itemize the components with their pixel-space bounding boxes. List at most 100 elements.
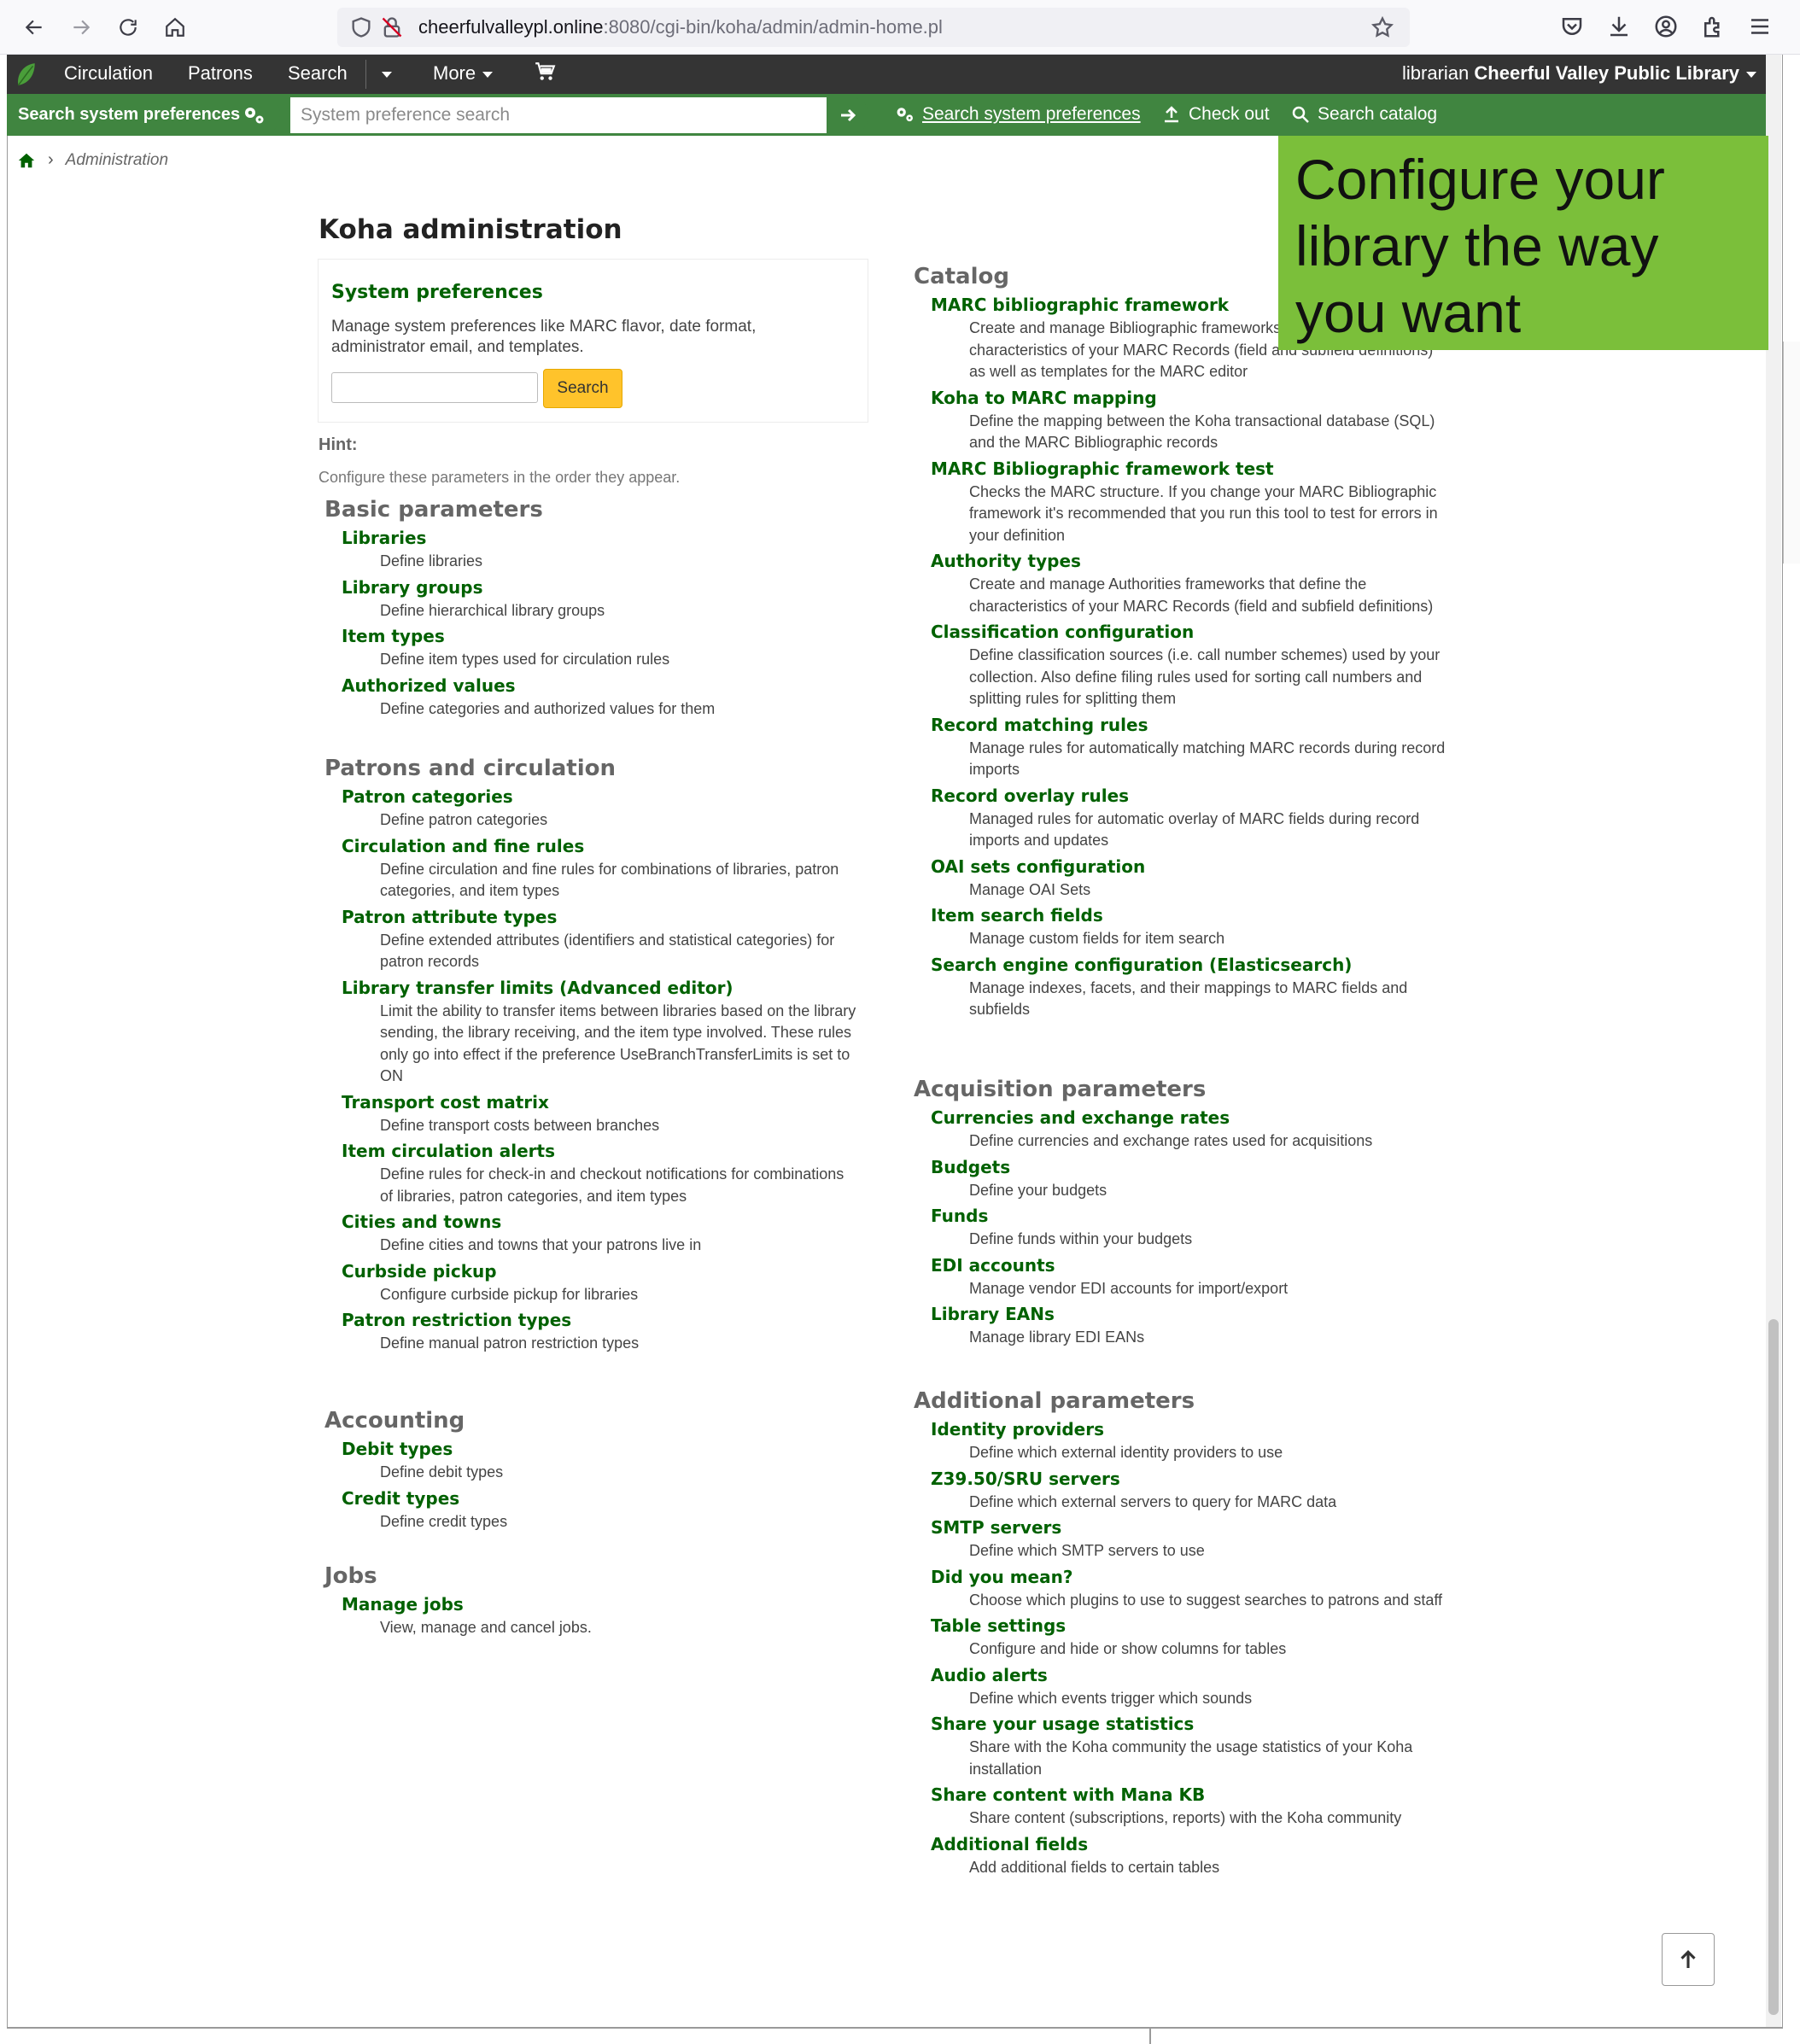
admin-entry-link[interactable]: Library groups	[342, 575, 880, 599]
home-icon[interactable]	[158, 10, 192, 44]
nav-search[interactable]: Search	[288, 62, 348, 85]
admin-entry-link[interactable]: Item search fields	[931, 903, 1469, 927]
admin-entry-link[interactable]: Library transfer limits (Advanced editor…	[342, 976, 880, 1000]
cart-icon[interactable]	[534, 61, 556, 88]
admin-entry: Funds Define funds within your budgets	[931, 1204, 1469, 1252]
admin-entry-link[interactable]: Patron attribute types	[342, 905, 880, 929]
extensions-icon[interactable]	[1700, 14, 1726, 39]
admin-entry-link[interactable]: Authorized values	[342, 674, 880, 698]
nav-search-dropdown[interactable]	[382, 62, 392, 85]
search-catalog-link[interactable]: Search catalog	[1290, 104, 1437, 125]
admin-entry-link[interactable]: Library EANs	[931, 1302, 1469, 1326]
user-menu[interactable]: librarian Cheerful Valley Public Library	[1402, 62, 1756, 85]
arrow-right-icon	[841, 108, 856, 122]
reload-icon[interactable]	[111, 10, 145, 44]
forward-arrow-icon[interactable]	[64, 10, 98, 44]
admin-entry: Audio alerts Define which events trigger …	[931, 1663, 1469, 1711]
bookmark-star-icon[interactable]	[1370, 15, 1394, 39]
admin-entry: Circulation and fine rules Define circula…	[342, 834, 880, 903]
section-heading: Basic parameters	[324, 497, 543, 523]
admin-entry-description: Define categories and authorized values …	[380, 699, 716, 717]
pocket-icon[interactable]	[1559, 14, 1585, 39]
admin-entry: Library transfer limits (Advanced editor…	[342, 976, 880, 1089]
admin-entry-link[interactable]: OAI sets configuration	[931, 855, 1469, 879]
admin-entry-link[interactable]: Share your usage statistics	[931, 1712, 1469, 1736]
url-bar[interactable]: cheerfulvalleypl.online:8080/cgi-bin/koh…	[337, 8, 1410, 47]
browser-toolbar: cheerfulvalleypl.online:8080/cgi-bin/koh…	[0, 0, 1800, 55]
admin-entry-link[interactable]: Circulation and fine rules	[342, 834, 880, 858]
admin-entry-link[interactable]: Currencies and exchange rates	[931, 1106, 1469, 1130]
search-system-preferences-link[interactable]: Search system preferences	[895, 104, 1141, 125]
system-preferences-search-button[interactable]: Search	[543, 369, 622, 408]
admin-entry-description: Share content (subscriptions, reports) w…	[969, 1809, 1402, 1826]
admin-entry-link[interactable]: Budgets	[931, 1155, 1469, 1179]
admin-entry: Share content with Mana KB Share content …	[931, 1783, 1469, 1831]
home-icon[interactable]	[17, 151, 36, 170]
scroll-to-top-button[interactable]	[1662, 1933, 1715, 1986]
page-scrollbar-thumb[interactable]	[1768, 1319, 1779, 2015]
admin-entry-link[interactable]: MARC Bibliographic framework test	[931, 457, 1469, 481]
admin-entry-link[interactable]: Transport cost matrix	[342, 1090, 880, 1114]
admin-entry-link[interactable]: SMTP servers	[931, 1515, 1469, 1539]
download-icon[interactable]	[1606, 14, 1632, 39]
admin-entry-link[interactable]: Share content with Mana KB	[931, 1783, 1469, 1807]
admin-entry-link[interactable]: Classification configuration	[931, 620, 1469, 644]
admin-entry: Record matching rules Manage rules for au…	[931, 713, 1469, 782]
check-out-link[interactable]: Check out	[1161, 104, 1270, 125]
admin-entry: Did you mean? Choose which plugins to use…	[931, 1565, 1469, 1613]
admin-entry-description: Manage custom fields for item search	[969, 930, 1225, 947]
admin-entry-description: Manage indexes, facets, and their mappin…	[969, 978, 1408, 1019]
admin-entry: MARC Bibliographic framework test Checks …	[931, 457, 1469, 548]
admin-entry-link[interactable]: Z39.50/SRU servers	[931, 1467, 1469, 1491]
admin-entry-link[interactable]: Credit types	[342, 1486, 880, 1510]
admin-entry-link[interactable]: Search engine configuration (Elasticsear…	[931, 953, 1469, 977]
admin-entry-link[interactable]: Funds	[931, 1204, 1469, 1228]
window-bottom-border	[7, 2027, 1783, 2029]
page-viewport	[7, 55, 1783, 2027]
admin-entry-link[interactable]: Debit types	[342, 1437, 880, 1461]
admin-entry-description: Limit the ability to transfer items betw…	[380, 1002, 856, 1085]
admin-entry-link[interactable]: Koha to MARC mapping	[931, 386, 1469, 410]
admin-entry-link[interactable]: Did you mean?	[931, 1565, 1469, 1589]
admin-entry-link[interactable]: Additional fields	[931, 1832, 1469, 1856]
syspref-search-input[interactable]	[290, 97, 837, 133]
account-icon[interactable]	[1653, 14, 1679, 39]
admin-entry-link[interactable]: Manage jobs	[342, 1592, 880, 1616]
admin-entry-link[interactable]: Curbside pickup	[342, 1259, 880, 1283]
admin-entry-link[interactable]: Item types	[342, 624, 880, 648]
admin-entry-link[interactable]: Libraries	[342, 526, 880, 550]
admin-entry: Library groups Define hierarchical librar…	[342, 575, 880, 623]
breadcrumb-separator-icon: ›	[48, 150, 54, 169]
nav-circulation[interactable]: Circulation	[64, 62, 153, 85]
shield-icon[interactable]	[349, 15, 373, 39]
system-preferences-search-input[interactable]	[331, 372, 538, 403]
admin-entry-link[interactable]: Item circulation alerts	[342, 1139, 880, 1163]
admin-entry-link[interactable]: Cities and towns	[342, 1210, 880, 1234]
admin-entry-link[interactable]: Patron restriction types	[342, 1308, 880, 1332]
insecure-lock-icon[interactable]	[380, 15, 404, 39]
search-bar: Search system preferences Search system …	[7, 94, 1766, 136]
admin-entry-link[interactable]: Record matching rules	[931, 713, 1469, 737]
back-arrow-icon[interactable]	[17, 10, 51, 44]
system-preferences-title[interactable]: System preferences	[331, 282, 543, 303]
search-type-tab[interactable]: Search system preferences	[7, 94, 280, 136]
admin-entry-link[interactable]: Authority types	[931, 549, 1469, 573]
admin-entry-link[interactable]: EDI accounts	[931, 1253, 1469, 1277]
menu-icon[interactable]	[1747, 14, 1773, 39]
admin-entry-description: Define which events trigger which sounds	[969, 1689, 1253, 1707]
admin-entry: Koha to MARC mapping Define the mapping b…	[931, 386, 1469, 455]
admin-entry-link[interactable]: Audio alerts	[931, 1663, 1469, 1687]
admin-entry-link[interactable]: Record overlay rules	[931, 784, 1469, 808]
koha-logo-icon[interactable]	[14, 61, 38, 87]
promo-banner-text: Configure your library the way you want	[1295, 148, 1665, 344]
admin-entry-link[interactable]: Patron categories	[342, 785, 880, 809]
admin-entry-link[interactable]: Table settings	[931, 1614, 1469, 1638]
admin-entry-description: Define circulation and fine rules for co…	[380, 860, 839, 900]
nav-more[interactable]: More	[433, 62, 494, 85]
search-submit-button[interactable]	[827, 97, 869, 133]
section-heading: Additional parameters	[914, 1388, 1195, 1414]
admin-entry-description: Configure and hide or show columns for t…	[969, 1640, 1287, 1657]
admin-entry-link[interactable]: Identity providers	[931, 1417, 1469, 1441]
admin-section: Additional parameters Identity providers D…	[914, 1387, 1469, 1879]
nav-patrons[interactable]: Patrons	[188, 62, 253, 85]
